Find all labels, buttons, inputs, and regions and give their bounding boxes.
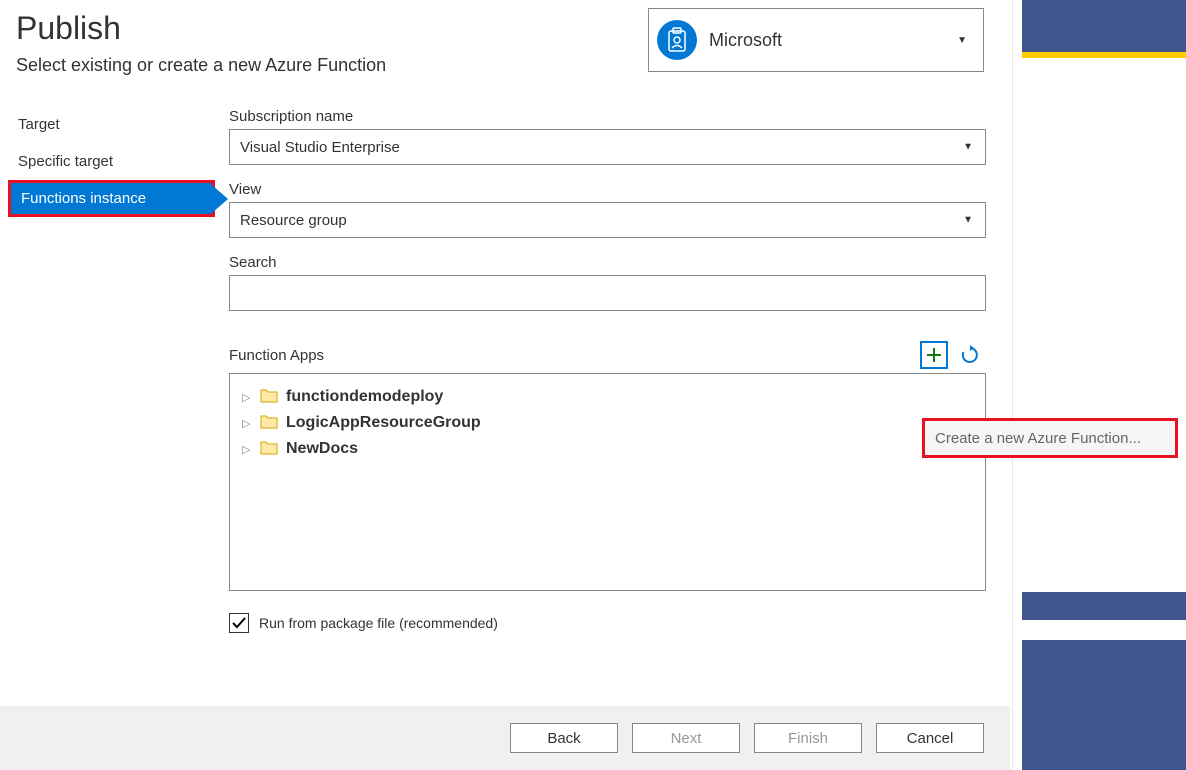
tree-item-label: LogicAppResourceGroup: [286, 414, 481, 432]
bg-strip: [1022, 52, 1186, 58]
finish-button: Finish: [754, 723, 862, 753]
back-button[interactable]: Back: [510, 723, 618, 753]
form-pane: Subscription name Visual Studio Enterpri…: [215, 106, 1010, 633]
nav-item-specific-target[interactable]: Specific target: [8, 143, 215, 180]
dialog-header: Publish Select existing or create a new …: [0, 0, 1010, 76]
folder-icon: [260, 389, 278, 406]
account-picker[interactable]: Microsoft ▼: [648, 8, 984, 72]
account-icon: [657, 20, 697, 60]
nav-item-functions-instance[interactable]: Functions instance: [8, 180, 215, 217]
nav-item-target[interactable]: Target: [8, 106, 215, 143]
subscription-label: Subscription name: [229, 108, 986, 125]
refresh-icon: [960, 345, 980, 365]
publish-dialog: Publish Select existing or create a new …: [0, 0, 1010, 770]
add-button[interactable]: [920, 341, 948, 369]
expand-icon[interactable]: ▷: [242, 443, 252, 456]
footer-bar: Back Next Finish Cancel: [0, 706, 1010, 770]
wizard-nav: Target Specific target Functions instanc…: [0, 106, 215, 633]
run-from-package-row[interactable]: Run from package file (recommended): [229, 613, 986, 633]
tooltip-text: Create a new Azure Function...: [935, 430, 1141, 447]
chevron-down-icon: ▼: [963, 142, 973, 153]
checkbox-label: Run from package file (recommended): [259, 615, 498, 631]
tree-item[interactable]: ▷ functiondemodeploy: [242, 384, 973, 410]
account-name: Microsoft: [709, 30, 957, 51]
expand-icon[interactable]: ▷: [242, 391, 252, 404]
plus-icon: [925, 346, 943, 364]
bg-strip: [1022, 0, 1186, 52]
expand-icon[interactable]: ▷: [242, 417, 252, 430]
next-button: Next: [632, 723, 740, 753]
subscription-select[interactable]: Visual Studio Enterprise ▼: [229, 129, 986, 165]
subscription-value: Visual Studio Enterprise: [240, 139, 400, 156]
tree-item[interactable]: ▷ LogicAppResourceGroup: [242, 410, 973, 436]
function-apps-tree[interactable]: ▷ functiondemodeploy ▷ LogicAppResourceG…: [229, 373, 986, 591]
folder-icon: [260, 415, 278, 432]
function-apps-label: Function Apps: [229, 347, 324, 364]
search-label: Search: [229, 254, 986, 271]
search-input[interactable]: [229, 275, 986, 311]
tree-item[interactable]: ▷ NewDocs: [242, 436, 973, 462]
cancel-button[interactable]: Cancel: [876, 723, 984, 753]
folder-icon: [260, 441, 278, 458]
tree-item-label: functiondemodeploy: [286, 388, 443, 406]
content-area: Target Specific target Functions instanc…: [0, 106, 1010, 633]
divider: [1012, 0, 1013, 770]
view-value: Resource group: [240, 212, 347, 229]
chevron-down-icon: ▼: [957, 35, 967, 46]
checkbox[interactable]: [229, 613, 249, 633]
function-apps-actions: [920, 341, 984, 369]
view-label: View: [229, 181, 986, 198]
tree-item-label: NewDocs: [286, 440, 358, 458]
check-icon: [231, 615, 247, 631]
bg-strip: [1022, 640, 1186, 770]
function-apps-header: Function Apps: [229, 341, 986, 369]
create-new-tooltip[interactable]: Create a new Azure Function...: [922, 418, 1178, 458]
bg-strip: [1022, 592, 1186, 620]
chevron-down-icon: ▼: [963, 215, 973, 226]
view-select[interactable]: Resource group ▼: [229, 202, 986, 238]
refresh-button[interactable]: [956, 341, 984, 369]
